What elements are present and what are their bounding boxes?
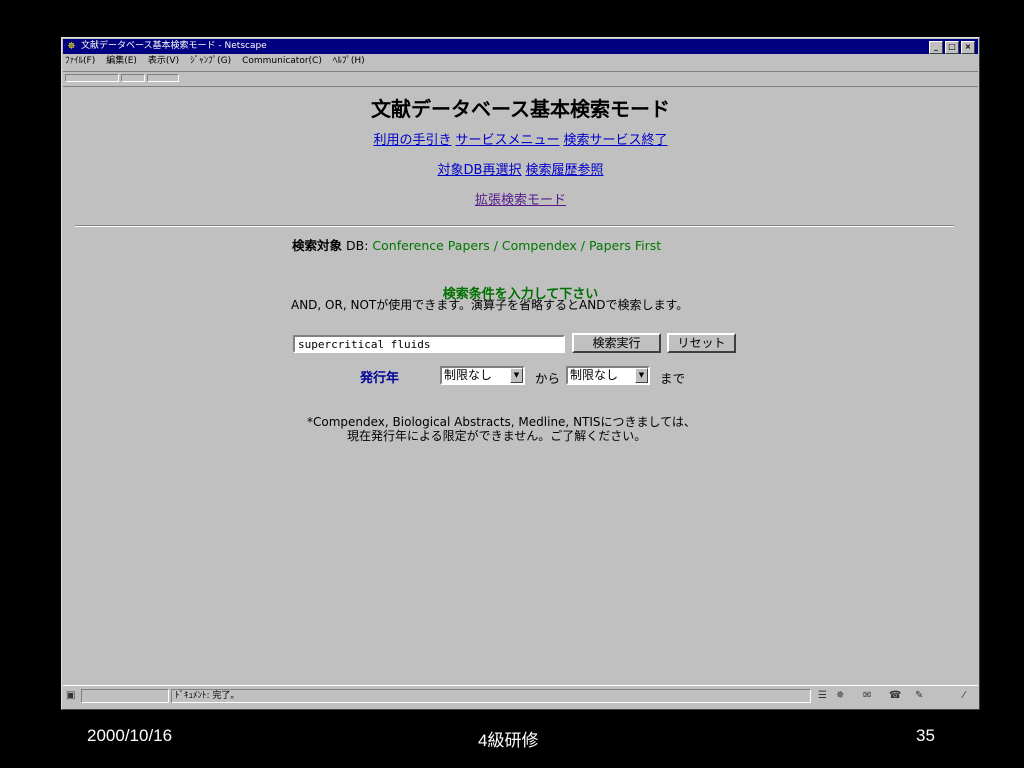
- title-bar[interactable]: ✵ 文献データベース基本検索モード - Netscape _ □ ×: [63, 39, 978, 54]
- minimize-button[interactable]: _: [929, 41, 943, 54]
- search-input[interactable]: supercritical fluids: [293, 335, 565, 353]
- composer-icon[interactable]: ✎: [915, 691, 923, 701]
- menu-communicator[interactable]: Communicator(C): [242, 54, 322, 69]
- browser-window: ✵ 文献データベース基本検索モード - Netscape _ □ × ﾌｧｲﾙ(…: [61, 37, 980, 710]
- nav-links-row-1: 利用の手引き サービスメニュー 検索サービス終了: [63, 129, 978, 148]
- netscape-icon: ✵: [67, 41, 76, 52]
- menu-edit[interactable]: 編集(E): [106, 54, 137, 69]
- link-search-history[interactable]: 検索履歴参照: [525, 163, 603, 178]
- year-label: 発行年: [360, 371, 400, 386]
- status-bar: ▣ ﾄﾞｷｭﾒﾝﾄ: 完了。 ☰ ✵ ✉ ☎ ✎ ⁄: [63, 685, 978, 708]
- link-service-menu[interactable]: サービスメニュー: [455, 133, 559, 148]
- target-db-value: Conference Papers / Compendex / Papers F…: [372, 238, 662, 253]
- resize-grip-icon[interactable]: ⁄: [963, 691, 965, 701]
- status-text: ﾄﾞｷｭﾒﾝﾄ: 完了。: [171, 689, 811, 703]
- toolbar-grip-location[interactable]: [121, 74, 145, 82]
- year-from-select[interactable]: 制限なし ▼: [440, 366, 525, 385]
- search-target: 検索対象 DB: Conference Papers / Compendex /…: [292, 235, 661, 254]
- collapsed-toolbars: [63, 71, 978, 87]
- page-content: 文献データベース基本検索モード 利用の手引き サービスメニュー 検索サービス終了 対…: [63, 87, 978, 685]
- chevron-down-icon[interactable]: ▼: [510, 368, 523, 383]
- maximize-button[interactable]: □: [945, 41, 959, 54]
- menu-go[interactable]: ｼﾞｬﾝﾌﾟ(G): [190, 54, 231, 69]
- toolbar-grip-personal[interactable]: [147, 74, 179, 82]
- link-user-guide[interactable]: 利用の手引き: [373, 133, 451, 148]
- note-line-2: 現在発行年による限定ができません。ご了解ください。: [347, 429, 647, 443]
- chevron-down-icon[interactable]: ▼: [635, 368, 648, 383]
- instruction-note: AND, OR, NOTが使用できます。演算子を省略するとANDで検索します。: [291, 298, 689, 312]
- progress-panel: [81, 689, 169, 703]
- target-label: 検索対象: [292, 238, 343, 253]
- window-title: 文献データベース基本検索モード - Netscape: [81, 41, 267, 51]
- footer-title: 4級研修: [478, 731, 539, 750]
- menu-view[interactable]: 表示(V): [148, 54, 179, 69]
- link-extended-search[interactable]: 拡張検索モード: [475, 193, 566, 208]
- close-button[interactable]: ×: [961, 41, 975, 54]
- toolbar-grip-navigation[interactable]: [65, 74, 119, 82]
- year-from-value: 制限なし: [444, 368, 493, 382]
- mail-icon[interactable]: ✉: [863, 691, 871, 701]
- link-end-search[interactable]: 検索サービス終了: [564, 133, 668, 148]
- window-controls: _ □ ×: [929, 41, 975, 54]
- footer-date: 2000/10/16: [87, 726, 173, 745]
- divider: [75, 225, 954, 227]
- menu-file[interactable]: ﾌｧｲﾙ(F): [65, 54, 95, 69]
- groups-icon[interactable]: ☎: [889, 691, 901, 701]
- security-lock-icon[interactable]: ▣: [66, 691, 75, 701]
- footer-page-number: 35: [916, 726, 935, 745]
- link-reselect-db[interactable]: 対象DB再選択: [438, 163, 522, 178]
- from-text: から: [535, 371, 561, 386]
- navigator-icon[interactable]: ✵: [836, 691, 844, 701]
- nav-links-row-3: 拡張検索モード: [63, 189, 978, 208]
- reset-button[interactable]: リセット: [667, 333, 736, 353]
- target-db-label: DB:: [346, 238, 369, 253]
- year-to-value: 制限なし: [570, 368, 619, 382]
- menu-bar: ﾌｧｲﾙ(F) 編集(E) 表示(V) ｼﾞｬﾝﾌﾟ(G) Communicat…: [63, 54, 978, 69]
- menu-help[interactable]: ﾍﾙﾌﾟ(H): [333, 54, 365, 69]
- year-to-select[interactable]: 制限なし ▼: [566, 366, 650, 385]
- nav-links-row-2: 対象DB再選択 検索履歴参照: [63, 159, 978, 178]
- component-bar-icon[interactable]: ☰: [818, 691, 827, 701]
- search-button[interactable]: 検索実行: [572, 333, 661, 353]
- to-text: まで: [660, 371, 686, 386]
- page-title: 文献データベース基本検索モード: [371, 97, 670, 121]
